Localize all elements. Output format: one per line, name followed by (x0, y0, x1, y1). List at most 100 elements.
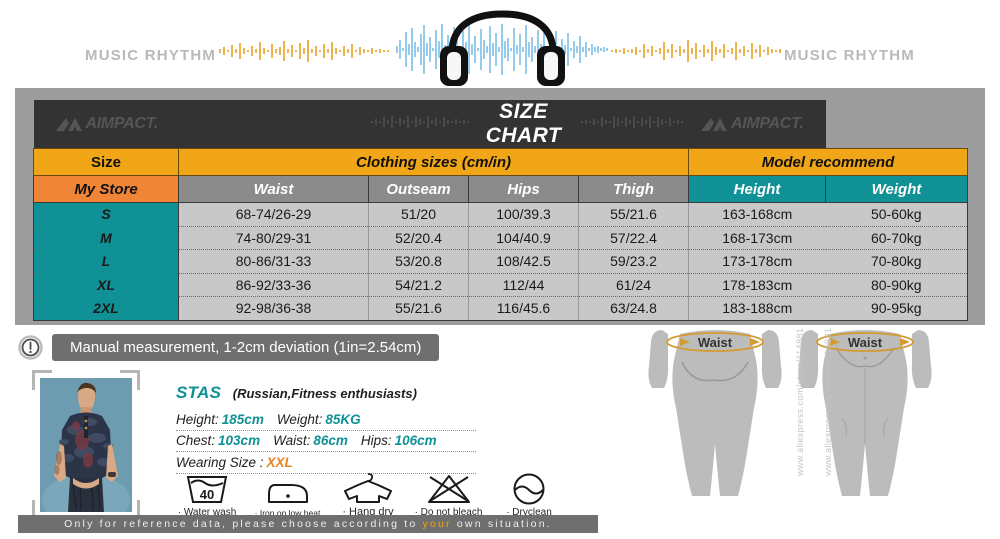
care-item-dryclean: · Dryclean (490, 471, 568, 518)
mini-waveform-left (368, 100, 473, 149)
cell-waist: 68-74/26-29 (178, 202, 369, 227)
model-info-block: STAS (Russian,Fitness enthusiasts) Heigh… (176, 383, 476, 474)
care-instructions-row: 40 · Water wash · Iron on low heat · Han… (168, 466, 568, 518)
cell-outseam: 51/20 (368, 202, 469, 227)
group-header-size: Size (33, 148, 179, 176)
spec-label-chest: Chest: (176, 433, 216, 448)
cell-waist: 92-98/36-38 (178, 296, 369, 321)
dryclean-icon (511, 471, 547, 505)
spec-value-weight: 85KG (325, 411, 361, 427)
chart-title-row: AIMPACT. SIZE CHART AIMPACT. (33, 100, 968, 149)
footer-disclaimer-text: Only for reference data, please choose a… (64, 518, 552, 530)
audio-waveform-icon-small-right (580, 115, 683, 128)
column-header-outseam: Outseam (368, 175, 469, 203)
brand-name-right: AIMPACT. (730, 115, 804, 132)
audio-waveform-icon-right (611, 40, 781, 62)
care-item-iron: · Iron on low heat (249, 472, 327, 518)
audio-waveform-icon-small-left (370, 115, 473, 128)
iron-low-heat-icon (265, 472, 311, 506)
size-chart-panel: AIMPACT. SIZE CHART AIMPACT. Size Clothi… (15, 88, 985, 325)
spec-label-weight: Weight: (276, 411, 323, 427)
banner-text-right: MUSIC RHYTHM (783, 47, 915, 64)
cell-thigh: 63/24.8 (578, 296, 689, 321)
cell-thigh: 59/23.2 (578, 249, 689, 274)
model-spec-height-weight: Height: 185cm Weight: 85KG (176, 409, 476, 431)
table-row: M 74-80/29-31 52/20.4 104/40.9 57/22.4 1… (33, 226, 968, 250)
spec-value-height: 185cm (221, 411, 264, 427)
spec-label-hips: Hips: (360, 433, 392, 448)
hang-dry-icon (340, 470, 396, 504)
column-header-weight: Weight (825, 175, 968, 203)
cell-weight: 70-80kg (825, 249, 968, 274)
spec-value-chest: 103cm (218, 433, 261, 448)
column-header-hips: Hips (468, 175, 579, 203)
silhouette-back-view: Waist (648, 330, 782, 496)
cell-height: 168-173cm (688, 226, 826, 250)
column-header-thigh: Thigh (578, 175, 689, 203)
care-item-water-wash: 40 · Water wash (168, 471, 246, 518)
mini-waveform-right (578, 100, 689, 149)
cell-weight: 60-70kg (825, 226, 968, 250)
column-header-my-store: My Store (33, 175, 179, 203)
model-name: STAS (176, 383, 222, 402)
cell-size: 2XL (33, 296, 179, 321)
model-name-line: STAS (Russian,Fitness enthusiasts) (176, 383, 476, 403)
column-header-height: Height (688, 175, 826, 203)
watermark-text-1: www.aliexpress.com/store/114881 (795, 327, 805, 476)
footer-text-before: Only for reference data, please choose a… (64, 518, 423, 530)
music-rhythm-banner: MUSIC RHYTHM MUSIC RHYTHM (0, 0, 1000, 86)
water-wash-icon: 40 (185, 471, 229, 505)
footer-text-after: own situation. (451, 518, 552, 530)
exclamation-circle-icon (18, 335, 43, 360)
cell-hips: 100/39.3 (468, 202, 579, 227)
group-header-row: Size Clothing sizes (cm/in) Model recomm… (33, 148, 968, 176)
spec-label-waist: Waist: (273, 433, 311, 448)
cell-outseam: 52/20.4 (368, 226, 469, 250)
care-item-hang-dry: · Hang dry (329, 470, 407, 518)
cell-size: S (33, 202, 179, 227)
manual-measurement-note: Manual measurement, 1-2cm deviation (1in… (52, 334, 440, 361)
chart-title: SIZE CHART (468, 100, 579, 149)
cell-height: 173-178cm (688, 249, 826, 274)
cell-weight: 80-90kg (825, 273, 968, 297)
cell-height: 183-188cm (688, 296, 826, 321)
wash-temperature: 40 (200, 487, 214, 502)
cell-size: XL (33, 273, 179, 297)
cell-hips: 108/42.5 (468, 249, 579, 274)
size-chart-table: AIMPACT. SIZE CHART AIMPACT. Size Clothi… (33, 100, 968, 321)
cell-outseam: 55/21.6 (368, 296, 469, 321)
care-item-no-bleach: · Do not bleach (410, 471, 488, 518)
cell-waist: 86-92/33-36 (178, 273, 369, 297)
brand-name-left: AIMPACT. (85, 115, 159, 132)
column-header-row: My Store Waist Outseam Hips Thigh Height… (33, 175, 968, 203)
footer-text-highlight: your (422, 518, 452, 530)
model-spec-chest-waist-hips: Chest: 103cm Waist: 86cm Hips: 106cm (176, 431, 476, 452)
cell-weight: 50-60kg (825, 202, 968, 227)
frame-corner-top-right (120, 370, 140, 390)
spec-value-waist: 86cm (313, 433, 348, 448)
frame-corner-top-left (32, 370, 52, 390)
cell-outseam: 53/20.8 (368, 249, 469, 274)
watermark-text-2: www.aliexpress.com/store/114881 (823, 327, 833, 476)
table-row: L 80-86/31-33 53/20.8 108/42.5 59/23.2 1… (33, 249, 968, 274)
column-header-waist: Waist (178, 175, 369, 203)
brand-logo-right: AIMPACT. (688, 100, 826, 149)
cell-thigh: 61/24 (578, 273, 689, 297)
cell-hips: 112/44 (468, 273, 579, 297)
banner-text-left: MUSIC RHYTHM (85, 47, 217, 64)
body-measurement-diagrams: Waist Waist www.aliexpress.com/store/114… (620, 326, 1000, 516)
model-photo-container (32, 370, 140, 520)
cell-hips: 104/40.9 (468, 226, 579, 250)
model-photo (40, 378, 132, 512)
table-row: S 68-74/26-29 51/20 100/39.3 55/21.6 163… (33, 202, 968, 227)
cell-hips: 116/45.6 (468, 296, 579, 321)
table-row: XL 86-92/33-36 54/21.2 112/44 61/24 178-… (33, 273, 968, 297)
cell-size: L (33, 249, 179, 274)
aimpact-logo-icon (700, 117, 727, 131)
spec-value-hips: 106cm (394, 433, 437, 448)
cell-thigh: 55/21.6 (578, 202, 689, 227)
silhouette-svg: Waist Waist (648, 330, 932, 496)
cell-thigh: 57/22.4 (578, 226, 689, 250)
headphones-icon (440, 10, 565, 86)
cell-height: 178-183cm (688, 273, 826, 297)
